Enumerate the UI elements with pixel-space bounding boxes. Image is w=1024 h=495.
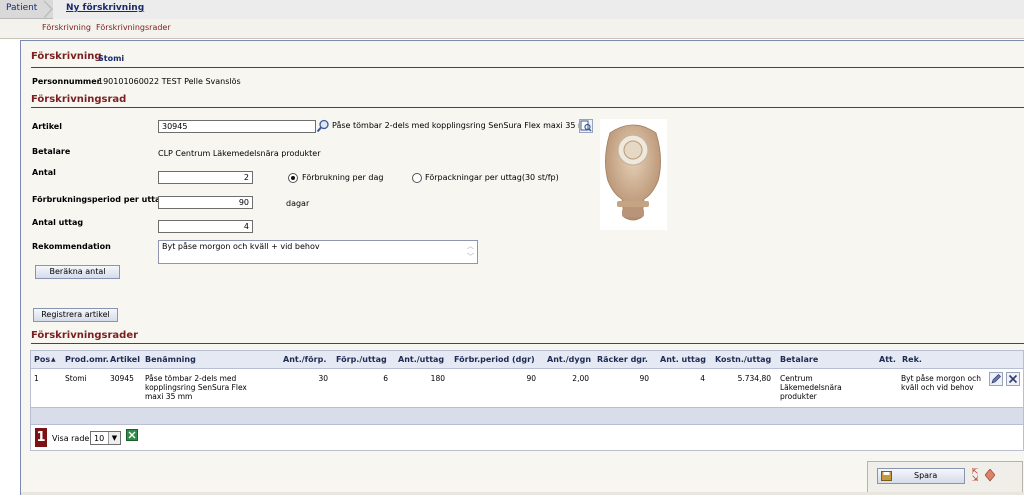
- cell-betalare: Centrum Läkemedelsnära produkter: [780, 374, 842, 401]
- col-ant-dygn[interactable]: Ant./dygn: [547, 355, 591, 364]
- betalare-label: Betalare: [32, 147, 71, 156]
- radio-per-dag-label: Förbrukning per dag: [302, 173, 384, 182]
- col-racker[interactable]: Räcker dgr.: [597, 355, 648, 364]
- sort-asc-icon[interactable]: ▲: [51, 356, 56, 363]
- save-label: Spara: [914, 471, 938, 480]
- product-image: [600, 119, 667, 230]
- calculate-button[interactable]: Beräkna antal: [35, 265, 120, 279]
- col-benamning[interactable]: Benämning: [145, 355, 196, 364]
- prescription-title: Förskrivning: [31, 51, 102, 62]
- col-att[interactable]: Att.: [879, 355, 896, 364]
- save-icon: [881, 471, 892, 481]
- chevron-down-icon[interactable]: ▼: [108, 432, 120, 444]
- rek-label: Rekommendation: [32, 242, 111, 251]
- section-divider: [31, 343, 1024, 344]
- prescription-row-title: Förskrivningsrad: [31, 94, 127, 105]
- uttag-label: Antal uttag: [32, 218, 84, 227]
- rek-text: Byt påse morgon och kväll + vid behov: [162, 242, 320, 251]
- radio-per-uttag[interactable]: [412, 173, 422, 183]
- cell-kostn: 5.734,80: [737, 374, 771, 383]
- col-artikel[interactable]: Artikel: [110, 355, 140, 364]
- collapse-icon[interactable]: ⇱ ⇲: [969, 468, 981, 484]
- col-forp-uttag[interactable]: Förp./uttag: [336, 355, 387, 364]
- col-prod[interactable]: Prod.omr.: [65, 355, 109, 364]
- artikel-input[interactable]: [158, 120, 316, 133]
- cell-pos: 1: [34, 374, 39, 383]
- rows-per-page-select[interactable]: 10 ▼: [90, 431, 121, 445]
- cell-ant-forp: 30: [318, 374, 328, 383]
- cell-artikel: 30945: [110, 374, 134, 383]
- breadcrumb-patient[interactable]: Patient: [6, 3, 37, 13]
- artikel-label: Artikel: [32, 122, 62, 131]
- register-button[interactable]: Registrera artikel: [33, 308, 118, 322]
- prescription-rows-title: Förskrivningsrader: [31, 330, 139, 341]
- antal-label: Antal: [32, 168, 56, 177]
- breadcrumb-separator-inner: [43, 1, 51, 18]
- artikel-name: Påse tömbar 2-dels med kopplingsring Sen…: [332, 121, 594, 130]
- breadcrumb-current: Ny förskrivning: [53, 0, 1024, 19]
- antal-input[interactable]: [158, 171, 253, 184]
- table-header: Pos ▲ Prod.omr. Artikel Benämning Ant./f…: [31, 351, 1023, 369]
- cell-ant-uttag: 180: [430, 374, 445, 383]
- breadcrumb-new-prescription[interactable]: Ny förskrivning: [66, 3, 144, 13]
- breadcrumb-bar: Patient Ny förskrivning: [0, 0, 1024, 19]
- left-rail: [0, 40, 21, 495]
- page-number[interactable]: 1: [35, 428, 47, 447]
- subtab-bar: Förskrivning Förskrivningsrader: [0, 19, 1024, 39]
- search-icon[interactable]: [316, 119, 330, 133]
- period-label: Förbrukningsperiod per uttag: [32, 195, 167, 204]
- col-antal-uttag[interactable]: Ant. uttag: [660, 355, 706, 364]
- radio-per-dag[interactable]: [288, 173, 298, 183]
- col-kostn[interactable]: Kostn./uttag: [715, 355, 771, 364]
- pager: 1 Visa rader 10 ▼: [30, 424, 1024, 451]
- rek-textarea[interactable]: Byt påse morgon och kväll + vid behov ︿ …: [158, 240, 478, 264]
- cell-racker: 90: [639, 374, 649, 383]
- table-row[interactable]: 1 Stomi 30945 Påse tömbar 2-dels med kop…: [31, 370, 1023, 406]
- col-rek[interactable]: Rek.: [902, 355, 922, 364]
- period-input[interactable]: [158, 196, 253, 209]
- excel-export-icon[interactable]: [126, 429, 138, 441]
- scroll-down-icon[interactable]: ﹀: [467, 252, 474, 262]
- period-unit: dagar: [286, 199, 310, 208]
- save-panel: Spara ⇱ ⇲: [867, 461, 1023, 495]
- col-period[interactable]: Förbr.period (dgr): [454, 355, 535, 364]
- col-ant-uttag[interactable]: Ant./uttag: [398, 355, 444, 364]
- col-pos[interactable]: Pos: [34, 355, 50, 364]
- betalare-value: CLP Centrum Läkemedelsnära produkter: [158, 149, 321, 158]
- main-panel: Förskrivning Stomi Personnummer 19010106…: [21, 40, 1024, 495]
- prescription-type: Stomi: [98, 54, 125, 63]
- cell-rek: Byt påse morgon och kväll och vid behov: [901, 374, 981, 392]
- table-footer: [31, 407, 1023, 425]
- article-search-icon[interactable]: [579, 119, 593, 133]
- delete-icon[interactable]: [1006, 372, 1020, 386]
- expand-icon[interactable]: [984, 468, 996, 482]
- edit-icon[interactable]: [989, 372, 1003, 386]
- col-ant-forp[interactable]: Ant./förp.: [283, 355, 326, 364]
- scroll-up-icon[interactable]: ︿: [467, 241, 474, 251]
- subtab-forskrivning[interactable]: Förskrivning: [42, 23, 91, 32]
- uttag-input[interactable]: [158, 220, 253, 233]
- personnummer-label: Personnummer: [32, 77, 101, 86]
- personnummer-value: 190101060022 TEST Pelle Svanslös: [98, 77, 241, 86]
- visa-rader-label: Visa rader: [52, 434, 93, 443]
- cell-benamning: Påse tömbar 2-dels med kopplingsring Sen…: [145, 374, 247, 401]
- section-divider: [31, 107, 1024, 108]
- cell-period: 90: [526, 374, 536, 383]
- rows-per-page-value: 10: [94, 434, 105, 443]
- col-betalare[interactable]: Betalare: [780, 355, 818, 364]
- cell-prod: Stomi: [65, 374, 87, 383]
- subtab-forskrivningsrader[interactable]: Förskrivningsrader: [96, 23, 171, 32]
- section-divider: [31, 67, 1024, 68]
- cell-ant-dygn: 2,00: [572, 374, 589, 383]
- save-button[interactable]: Spara: [877, 468, 965, 484]
- cell-forp-uttag: 6: [383, 374, 388, 383]
- cell-antal-uttag: 4: [700, 374, 705, 383]
- radio-per-uttag-label: Förpackningar per uttag(30 st/fp): [425, 173, 559, 182]
